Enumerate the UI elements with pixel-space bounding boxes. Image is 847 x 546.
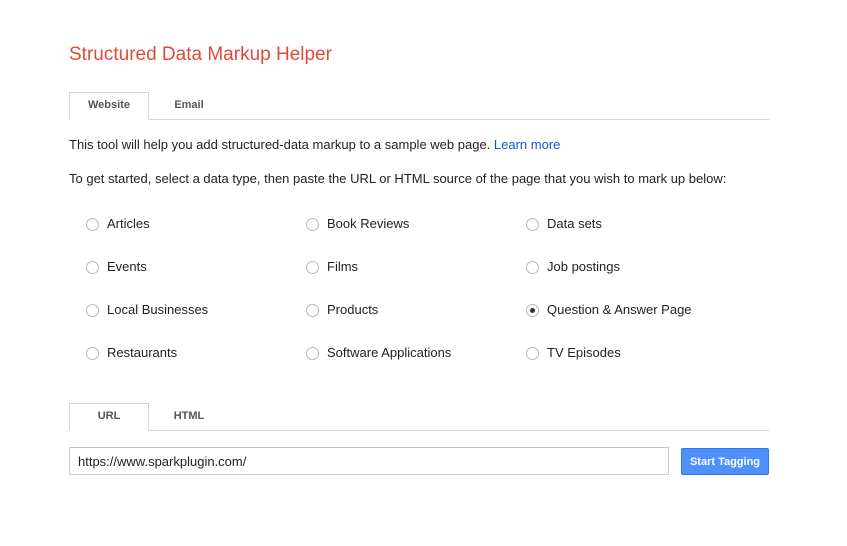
tab-email[interactable]: Email [149,92,229,118]
data-type-label: Films [327,258,359,274]
tab-html[interactable]: HTML [149,403,229,429]
data-type-products[interactable]: Products [306,299,378,319]
radio-button[interactable] [526,261,539,274]
radio-button-selected[interactable] [526,304,539,317]
radio-button[interactable] [86,218,99,231]
radio-button[interactable] [306,304,319,317]
radio-button[interactable] [526,347,539,360]
source-tabbar: Website Email [69,92,769,120]
data-type-book-reviews[interactable]: Book Reviews [306,213,409,233]
data-type-job-postings[interactable]: Job postings [526,256,620,276]
data-type-films[interactable]: Films [306,256,358,276]
intro-description: This tool will help you add structured-d… [69,137,494,152]
data-type-articles[interactable]: Articles [86,213,150,233]
data-type-label: Local Businesses [107,301,209,317]
tab-website[interactable]: Website [69,92,149,120]
data-type-label: Articles [107,215,150,231]
radio-button[interactable] [86,261,99,274]
data-type-label: Question & Answer Page [547,301,692,317]
url-input[interactable] [69,447,669,475]
data-type-tv-episodes[interactable]: TV Episodes [526,342,621,362]
data-type-events[interactable]: Events [86,256,147,276]
data-type-label: Products [327,301,379,317]
data-type-label: Events [107,258,147,274]
data-type-data-sets[interactable]: Data sets [526,213,602,233]
radio-button[interactable] [306,261,319,274]
data-type-label: TV Episodes [547,344,621,360]
data-type-question-answer-page[interactable]: Question & Answer Page [526,299,692,319]
radio-button[interactable] [306,218,319,231]
data-type-restaurants[interactable]: Restaurants [86,342,177,362]
data-type-label: Data sets [547,215,602,231]
radio-button[interactable] [86,304,99,317]
start-tagging-button[interactable]: Start Tagging [681,448,769,475]
intro-text: This tool will help you add structured-d… [69,137,560,152]
url-entry-row: Start Tagging [69,447,769,475]
data-type-label: Software Applications [327,344,452,360]
radio-button[interactable] [306,347,319,360]
instructions-text: To get started, select a data type, then… [69,171,727,186]
data-type-label: Restaurants [107,344,178,360]
data-type-label: Book Reviews [327,215,410,231]
tab-url[interactable]: URL [69,403,149,431]
input-tabbar: URL HTML [69,403,769,431]
page-title: Structured Data Markup Helper [69,44,332,65]
radio-button[interactable] [86,347,99,360]
radio-button[interactable] [526,218,539,231]
data-type-local-businesses[interactable]: Local Businesses [86,299,208,319]
learn-more-link[interactable]: Learn more [494,137,560,152]
data-type-label: Job postings [547,258,620,274]
data-type-software-applications[interactable]: Software Applications [306,342,451,362]
